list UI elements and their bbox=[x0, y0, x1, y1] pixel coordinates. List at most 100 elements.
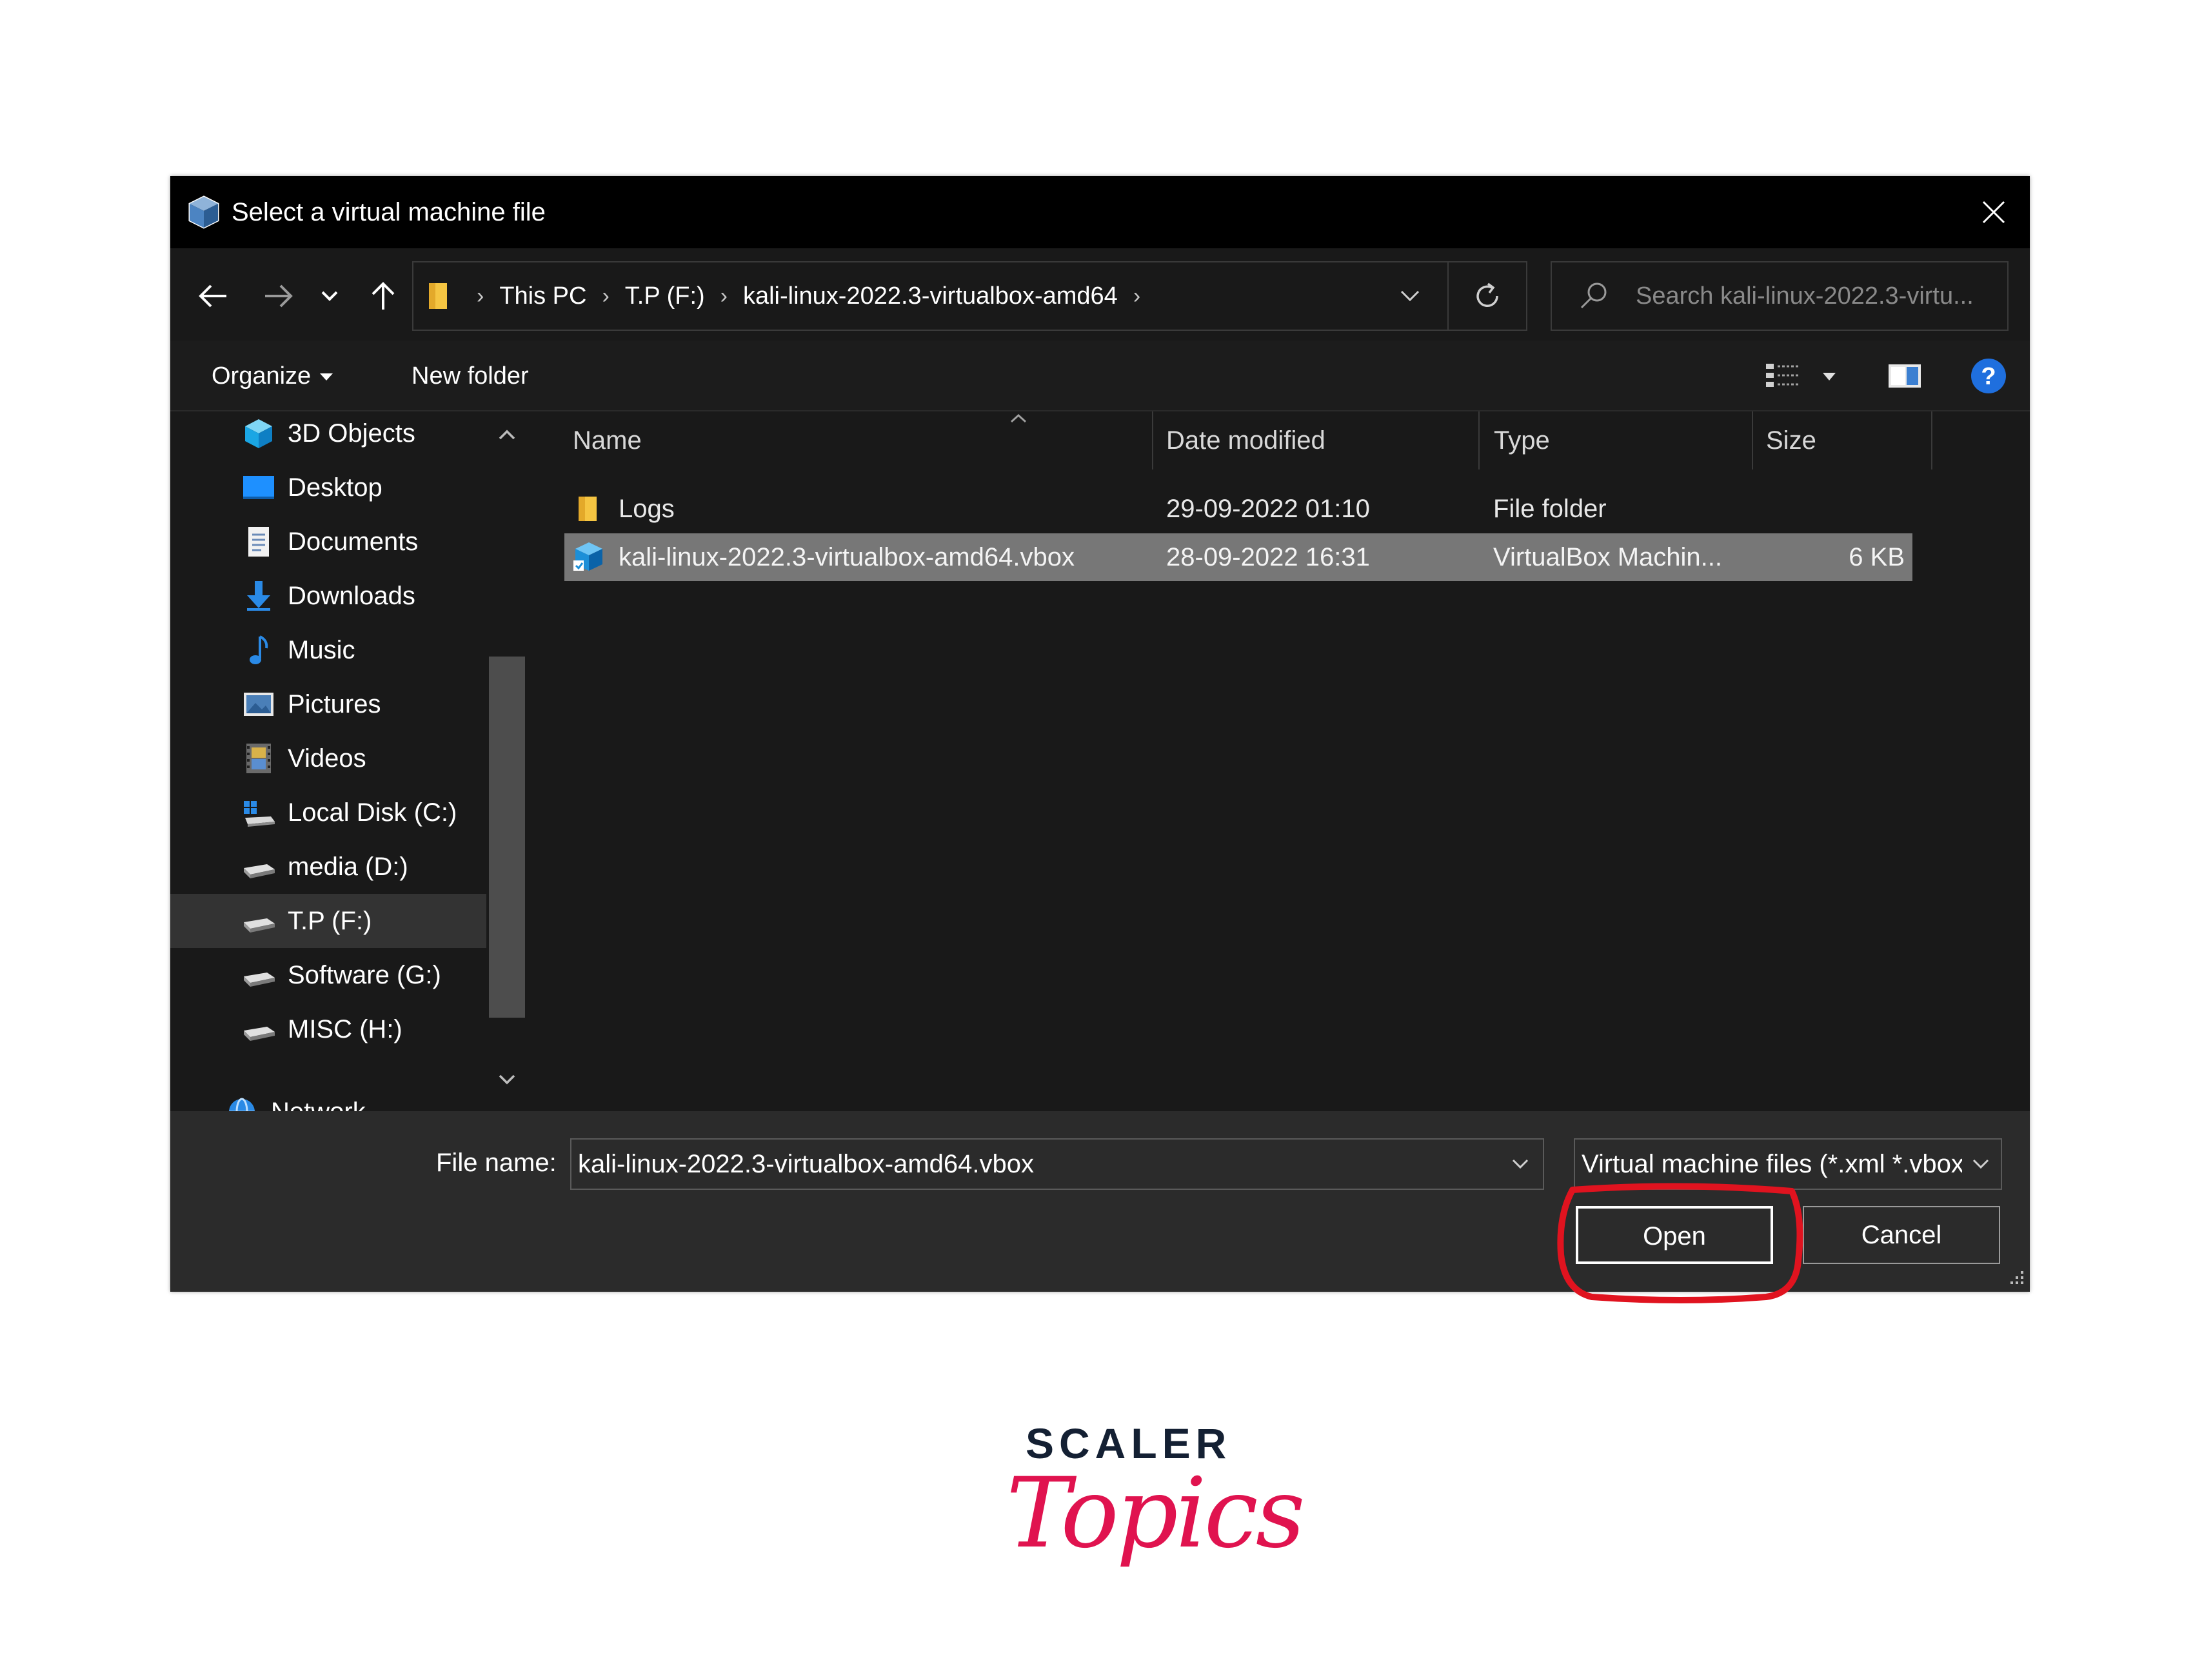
sidebar-item-network[interactable]: Network bbox=[170, 1085, 486, 1111]
column-divider[interactable] bbox=[1931, 411, 1932, 469]
command-bar: Organize New folder ? bbox=[170, 341, 2030, 411]
search-box[interactable] bbox=[1551, 261, 2009, 331]
back-button[interactable] bbox=[187, 270, 239, 322]
cancel-button[interactable]: Cancel bbox=[1803, 1206, 2000, 1264]
network-icon bbox=[224, 1094, 259, 1111]
open-button[interactable]: Open bbox=[1576, 1206, 1773, 1264]
scroll-down-button[interactable] bbox=[491, 1064, 522, 1095]
virtualbox-app-icon bbox=[188, 195, 219, 229]
sidebar-item-label: 3D Objects bbox=[288, 419, 415, 448]
title-bar: Select a virtual machine file bbox=[170, 176, 2030, 248]
column-header-type[interactable]: Type bbox=[1494, 411, 1550, 469]
documents-icon bbox=[241, 524, 276, 559]
file-name-dropdown-button[interactable] bbox=[1504, 1140, 1536, 1189]
drive-icon bbox=[241, 904, 276, 938]
column-header-size[interactable]: Size bbox=[1766, 411, 1816, 469]
breadcrumb-separator-icon[interactable]: › bbox=[1133, 284, 1140, 309]
address-history-button[interactable] bbox=[1384, 262, 1436, 330]
column-header-date[interactable]: Date modified bbox=[1166, 411, 1325, 469]
sort-ascending-icon bbox=[1010, 413, 1027, 423]
sidebar-item-label: Software (G:) bbox=[288, 960, 441, 989]
organize-label: Organize bbox=[212, 362, 312, 390]
file-name-input[interactable] bbox=[578, 1140, 1481, 1189]
column-divider[interactable] bbox=[1152, 411, 1153, 469]
sidebar-item-local-disk[interactable]: Local Disk (C:) bbox=[170, 786, 486, 840]
breadcrumb: › This PC › T.P (F:) › kali-linux-2022.3… bbox=[426, 262, 1156, 330]
music-icon bbox=[241, 633, 276, 667]
sidebar-item-label: Local Disk (C:) bbox=[288, 798, 457, 827]
downloads-icon bbox=[241, 578, 276, 613]
sidebar-item-misc-drive[interactable]: MISC (H:) bbox=[170, 1002, 486, 1056]
file-type: VirtualBox Machin... bbox=[1493, 543, 1722, 571]
sidebar-item-label: MISC (H:) bbox=[288, 1014, 402, 1043]
sidebar-item-label: Downloads bbox=[288, 581, 415, 610]
sidebar-item-documents[interactable]: Documents bbox=[170, 515, 486, 569]
close-button[interactable] bbox=[1958, 176, 2030, 248]
chevron-down-icon bbox=[499, 1074, 515, 1085]
sidebar-item-software-drive[interactable]: Software (G:) bbox=[170, 948, 486, 1002]
sidebar-item-music[interactable]: Music bbox=[170, 623, 486, 677]
preview-pane-button[interactable] bbox=[1887, 353, 1922, 399]
file-row-vbox[interactable]: kali-linux-2022.3-virtualbox-amd64.vbox … bbox=[564, 533, 1912, 581]
folder-icon bbox=[429, 283, 447, 309]
pictures-icon bbox=[241, 687, 276, 722]
file-name: Logs bbox=[619, 495, 675, 523]
file-list: Name Date modified Type Size Logs 29-09-… bbox=[529, 411, 2030, 1111]
sidebar-item-label: T.P (F:) bbox=[288, 906, 372, 935]
search-input[interactable] bbox=[1636, 262, 2003, 330]
breadcrumb-separator-icon[interactable]: › bbox=[602, 284, 609, 309]
sidebar-item-pictures[interactable]: Pictures bbox=[170, 677, 486, 731]
chevron-down-icon bbox=[1400, 290, 1420, 302]
file-row-logs[interactable]: Logs 29-09-2022 01:10 File folder bbox=[564, 485, 1912, 533]
help-button[interactable]: ? bbox=[1970, 353, 2007, 399]
forward-button[interactable] bbox=[253, 270, 304, 322]
details-view-icon bbox=[1766, 364, 1800, 387]
breadcrumb-item-folder[interactable]: kali-linux-2022.3-virtualbox-amd64 bbox=[743, 282, 1118, 310]
column-divider[interactable] bbox=[1478, 411, 1480, 469]
logo-script: Topics bbox=[1006, 1458, 1305, 1570]
up-button[interactable] bbox=[357, 270, 409, 322]
file-name: kali-linux-2022.3-virtualbox-amd64.vbox bbox=[619, 543, 1075, 571]
sidebar-item-desktop[interactable]: Desktop bbox=[170, 460, 486, 515]
local-disk-icon bbox=[241, 795, 276, 830]
breadcrumb-item-this-pc[interactable]: This PC bbox=[499, 282, 586, 310]
new-folder-button[interactable]: New folder bbox=[412, 341, 529, 411]
column-header-name[interactable]: Name bbox=[573, 411, 642, 469]
sidebar-item-label: Desktop bbox=[288, 473, 382, 502]
column-divider[interactable] bbox=[1752, 411, 1753, 469]
sidebar-scrollbar-thumb[interactable] bbox=[489, 657, 525, 1018]
chevron-up-icon bbox=[499, 430, 515, 440]
breadcrumb-separator-icon[interactable]: › bbox=[720, 284, 728, 309]
dialog-footer: File name: Virtual machine files (*.xml … bbox=[170, 1111, 2030, 1292]
sidebar-item-label: Network bbox=[271, 1098, 366, 1112]
resize-grip-icon[interactable] bbox=[2007, 1269, 2026, 1288]
help-icon: ? bbox=[1971, 359, 2006, 393]
change-view-button[interactable] bbox=[1765, 353, 1841, 399]
scroll-up-button[interactable] bbox=[491, 419, 522, 450]
sidebar-item-label: Videos bbox=[288, 744, 366, 773]
svg-text:?: ? bbox=[1981, 363, 1996, 390]
sidebar-item-media-drive[interactable]: media (D:) bbox=[170, 840, 486, 894]
chevron-down-icon bbox=[321, 291, 338, 301]
sidebar-item-3d-objects[interactable]: 3D Objects bbox=[170, 411, 486, 460]
file-type-select[interactable]: Virtual machine files (*.xml *.vbox) bbox=[1574, 1138, 2002, 1190]
address-bar[interactable]: › This PC › T.P (F:) › kali-linux-2022.3… bbox=[412, 261, 1527, 331]
refresh-button[interactable] bbox=[1447, 262, 1526, 330]
drive-icon bbox=[241, 958, 276, 993]
organize-button[interactable]: Organize bbox=[212, 341, 333, 411]
videos-icon bbox=[241, 741, 276, 776]
file-date: 28-09-2022 16:31 bbox=[1166, 543, 1370, 571]
sidebar-item-videos[interactable]: Videos bbox=[170, 731, 486, 786]
sidebar-item-downloads[interactable]: Downloads bbox=[170, 569, 486, 623]
sidebar-item-tp-drive[interactable]: T.P (F:) bbox=[170, 894, 486, 948]
file-type-dropdown-button[interactable] bbox=[1966, 1140, 1996, 1189]
navigation-bar: › This PC › T.P (F:) › kali-linux-2022.3… bbox=[170, 248, 2030, 341]
file-name-combobox[interactable] bbox=[570, 1138, 1544, 1190]
breadcrumb-item-drive[interactable]: T.P (F:) bbox=[625, 282, 705, 310]
recent-locations-button[interactable] bbox=[313, 270, 346, 322]
back-arrow-icon bbox=[199, 284, 226, 308]
close-icon bbox=[1982, 201, 2005, 224]
virtualbox-file-icon bbox=[573, 542, 602, 571]
sidebar-item-label: Pictures bbox=[288, 689, 381, 718]
caret-down-icon bbox=[1823, 373, 1836, 380]
